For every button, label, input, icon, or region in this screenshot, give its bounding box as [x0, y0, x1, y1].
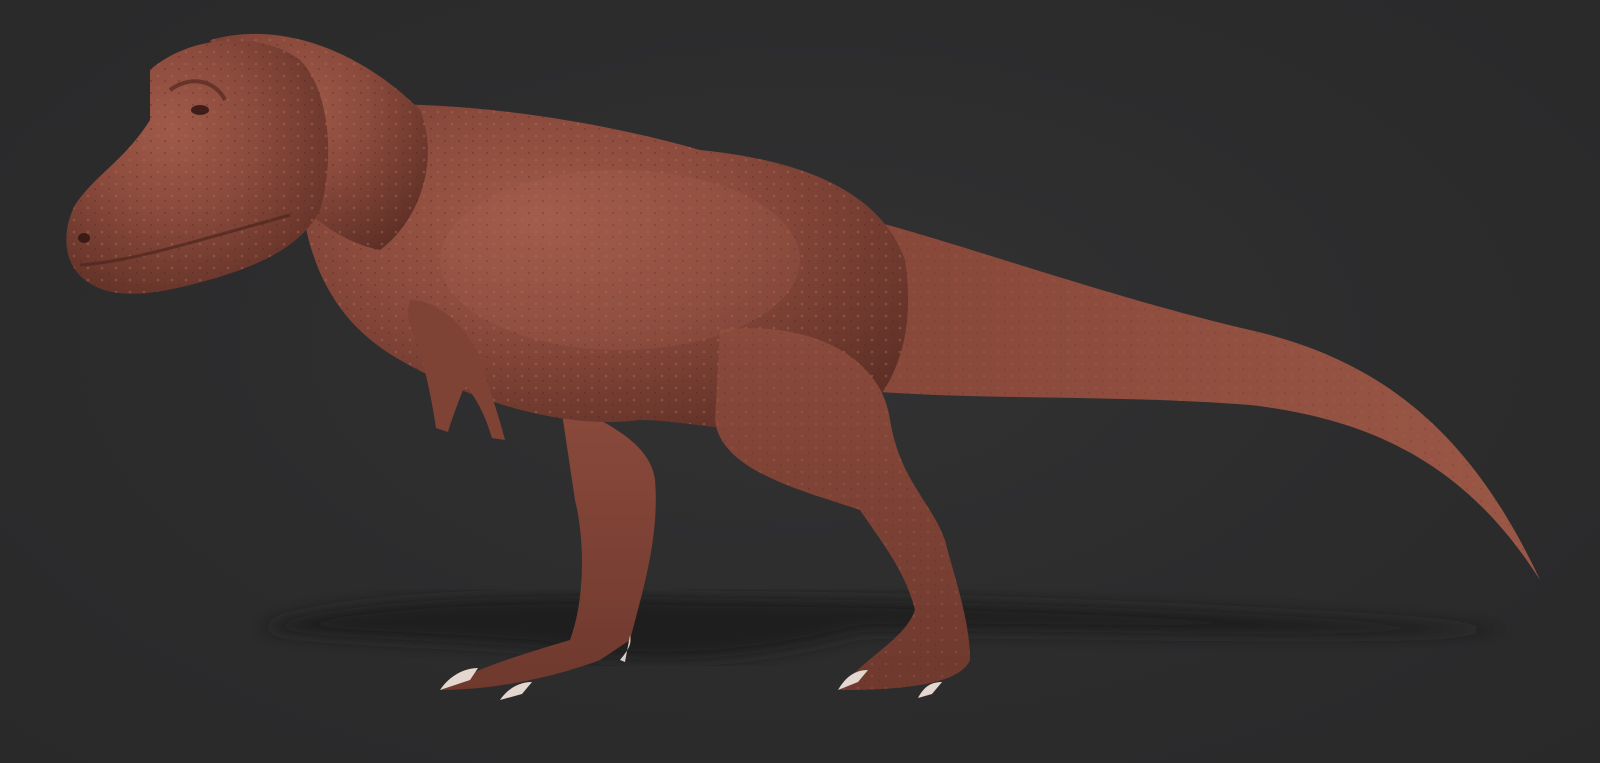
- viewport-canvas: [0, 0, 1600, 763]
- belly-highlight: [440, 170, 800, 350]
- dinosaur-tail: [870, 220, 1540, 580]
- sculpt-render: [66, 33, 1540, 700]
- dinosaur-head: [66, 40, 329, 294]
